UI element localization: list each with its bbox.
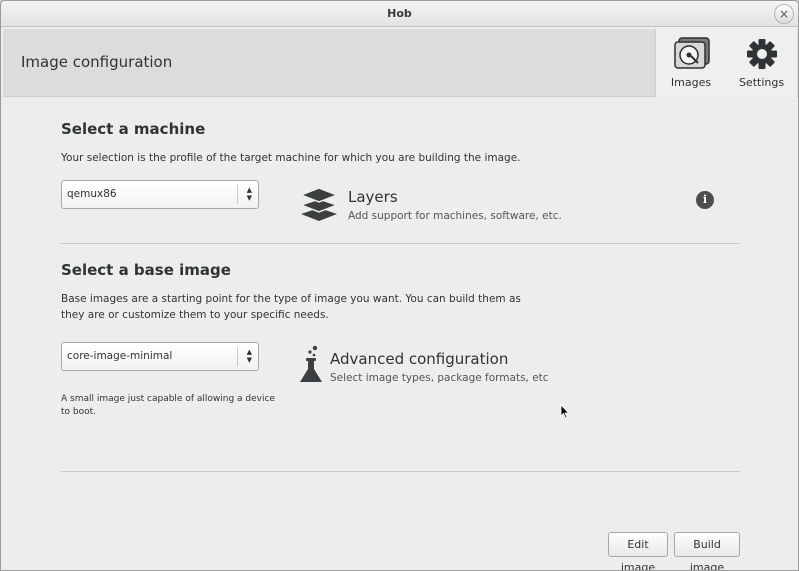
close-icon: ×	[778, 7, 790, 21]
close-button[interactable]: ×	[774, 4, 794, 24]
combo-separator	[237, 185, 238, 204]
base-image-description-1: Base images are a starting point for the…	[61, 293, 521, 305]
machine-section-title: Select a machine	[61, 120, 206, 138]
gear-icon	[747, 39, 777, 69]
machine-combo[interactable]: qemux86 ▲ ▼	[61, 180, 259, 209]
build-image-button[interactable]: Build image	[674, 532, 740, 570]
header-bar: Image configuration Images Settings	[3, 29, 798, 97]
info-icon[interactable]: i	[696, 191, 714, 209]
base-image-section-title: Select a base image	[61, 261, 231, 279]
images-label: Images	[670, 76, 712, 89]
updown-arrows-icon: ▲ ▼	[246, 186, 252, 202]
machine-description: Your selection is the profile of the tar…	[61, 152, 521, 164]
section-divider	[61, 243, 740, 244]
layers-icon[interactable]	[299, 184, 339, 224]
main-content: Select a machine Your selection is the p…	[3, 98, 798, 570]
bottom-divider	[61, 471, 740, 472]
machine-combo-value: qemux86	[67, 188, 117, 200]
mouse-pointer-icon	[560, 404, 570, 419]
window-title: Hob	[387, 7, 412, 20]
advanced-configuration-subtitle: Select image types, package formats, etc	[330, 372, 549, 384]
base-image-combo[interactable]: core-image-minimal ▲ ▼	[61, 342, 259, 371]
updown-arrows-icon: ▲ ▼	[246, 348, 252, 364]
edit-image-button[interactable]: Edit image	[608, 532, 668, 570]
layers-link[interactable]: Layers	[348, 188, 398, 206]
base-image-description-2: they are or customize them to your speci…	[61, 309, 329, 321]
base-image-help-1: A small image just capable of allowing a…	[61, 394, 275, 404]
base-image-help-2: to boot.	[61, 407, 97, 417]
settings-button[interactable]: Settings	[726, 29, 797, 97]
images-button[interactable]: Images	[655, 29, 726, 97]
advanced-configuration-link[interactable]: Advanced configuration	[330, 350, 508, 368]
page-title: Image configuration	[21, 53, 173, 71]
layers-subtitle: Add support for machines, software, etc.	[348, 210, 562, 222]
title-bar: Hob ×	[1, 1, 798, 27]
flask-icon[interactable]	[297, 345, 325, 385]
base-image-combo-value: core-image-minimal	[67, 350, 173, 362]
hard-disk-icon	[674, 37, 710, 69]
settings-label: Settings	[738, 76, 785, 89]
combo-separator	[237, 347, 238, 366]
app-window: Hob × Image configuration Images Setting…	[0, 0, 799, 571]
